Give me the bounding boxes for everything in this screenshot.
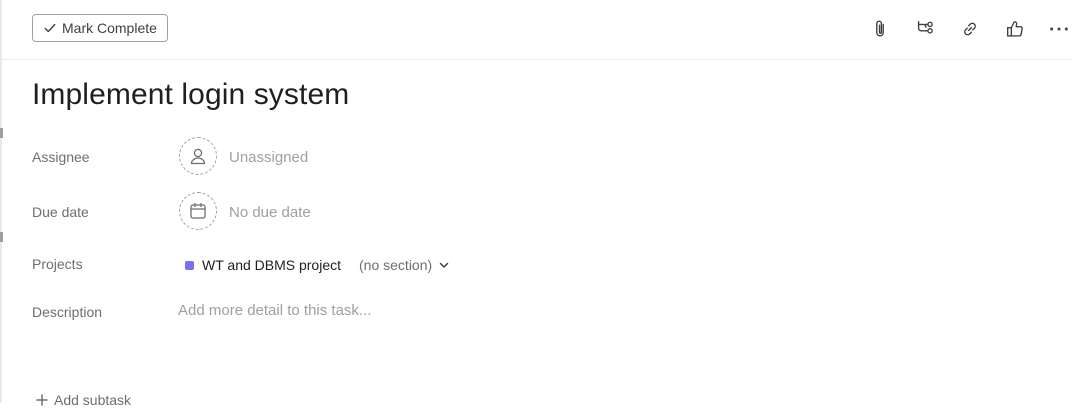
add-subtask-button[interactable]: Add subtask bbox=[36, 392, 131, 408]
description-field[interactable]: Add more detail to this task... bbox=[178, 302, 371, 319]
more-icon[interactable] bbox=[1047, 17, 1071, 41]
check-icon bbox=[43, 21, 57, 35]
panel-left-border bbox=[0, 0, 2, 403]
due-date-value[interactable]: No due date bbox=[229, 204, 311, 221]
project-entry: WT and DBMS project (no section) bbox=[185, 255, 450, 275]
projects-label: Projects bbox=[32, 256, 83, 272]
thumbs-up-icon[interactable] bbox=[1003, 17, 1027, 41]
plus-icon bbox=[36, 394, 48, 406]
panel-edge-marker bbox=[0, 232, 3, 242]
project-name[interactable]: WT and DBMS project bbox=[202, 257, 341, 273]
mark-complete-button[interactable]: Mark Complete bbox=[32, 14, 168, 42]
add-subtask-label: Add subtask bbox=[54, 392, 132, 408]
chevron-down-icon bbox=[438, 259, 450, 271]
calendar-icon bbox=[188, 201, 208, 221]
task-toolbar: Mark Complete bbox=[0, 0, 1072, 60]
due-date-button[interactable] bbox=[179, 192, 217, 230]
assignee-value[interactable]: Unassigned bbox=[229, 149, 308, 166]
user-icon bbox=[188, 146, 208, 166]
assignee-label: Assignee bbox=[32, 149, 90, 165]
panel-edge-marker bbox=[0, 128, 3, 138]
task-title[interactable]: Implement login system bbox=[32, 78, 349, 112]
section-dropdown[interactable]: (no section) bbox=[359, 257, 450, 273]
project-color-dot bbox=[185, 260, 194, 270]
due-date-label: Due date bbox=[32, 204, 89, 220]
mark-complete-label: Mark Complete bbox=[62, 20, 157, 36]
section-value: (no section) bbox=[359, 257, 433, 273]
assignee-avatar-button[interactable] bbox=[179, 137, 217, 175]
paperclip-icon[interactable] bbox=[868, 17, 892, 41]
link-icon[interactable] bbox=[958, 17, 982, 41]
description-label: Description bbox=[32, 304, 103, 320]
subtask-icon[interactable] bbox=[913, 17, 937, 41]
